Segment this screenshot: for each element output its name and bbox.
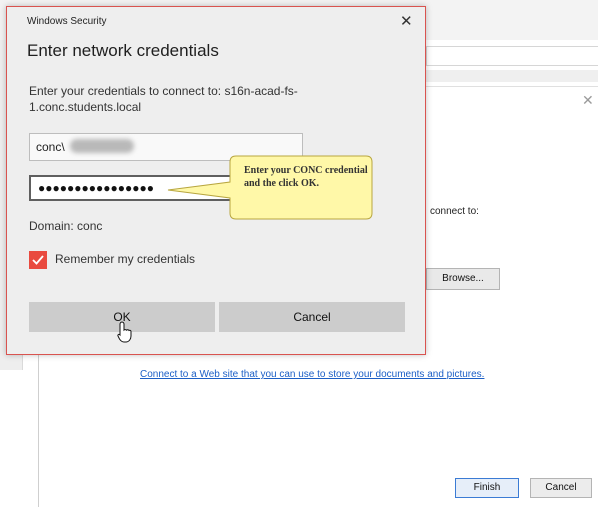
checkmark-icon: [32, 255, 44, 265]
cancel-button[interactable]: Cancel: [219, 302, 405, 332]
username-input[interactable]: conc\: [29, 133, 303, 161]
remember-label: Remember my credentials: [55, 252, 196, 266]
password-value: ●●●●●●●●●●●●●●●●: [38, 181, 154, 195]
wizard-connect-label: connect to:: [430, 206, 479, 217]
domain-label: Domain: conc: [29, 219, 103, 233]
wizard-cancel-button[interactable]: Cancel: [530, 478, 592, 498]
background-toolbar: [426, 70, 598, 82]
browse-button[interactable]: Browse...: [426, 268, 500, 290]
web-site-link[interactable]: Connect to a Web site that you can use t…: [140, 369, 484, 380]
close-icon[interactable]: ✕: [400, 12, 413, 30]
dialog-prompt: Enter your credentials to connect to: s1…: [29, 84, 298, 114]
redacted-username: [70, 139, 134, 153]
dialog-title: Enter network credentials: [27, 41, 219, 60]
callout-text: Enter your CONC credential and the click…: [244, 165, 368, 189]
remember-checkbox[interactable]: [29, 251, 47, 269]
wizard-close-icon[interactable]: ✕: [582, 92, 594, 109]
dialog-header: Windows Security: [27, 16, 107, 27]
background-address-bar: [426, 46, 598, 66]
hand-cursor-icon: [117, 321, 132, 343]
username-value: conc\: [36, 140, 65, 154]
finish-button[interactable]: Finish: [455, 478, 519, 498]
